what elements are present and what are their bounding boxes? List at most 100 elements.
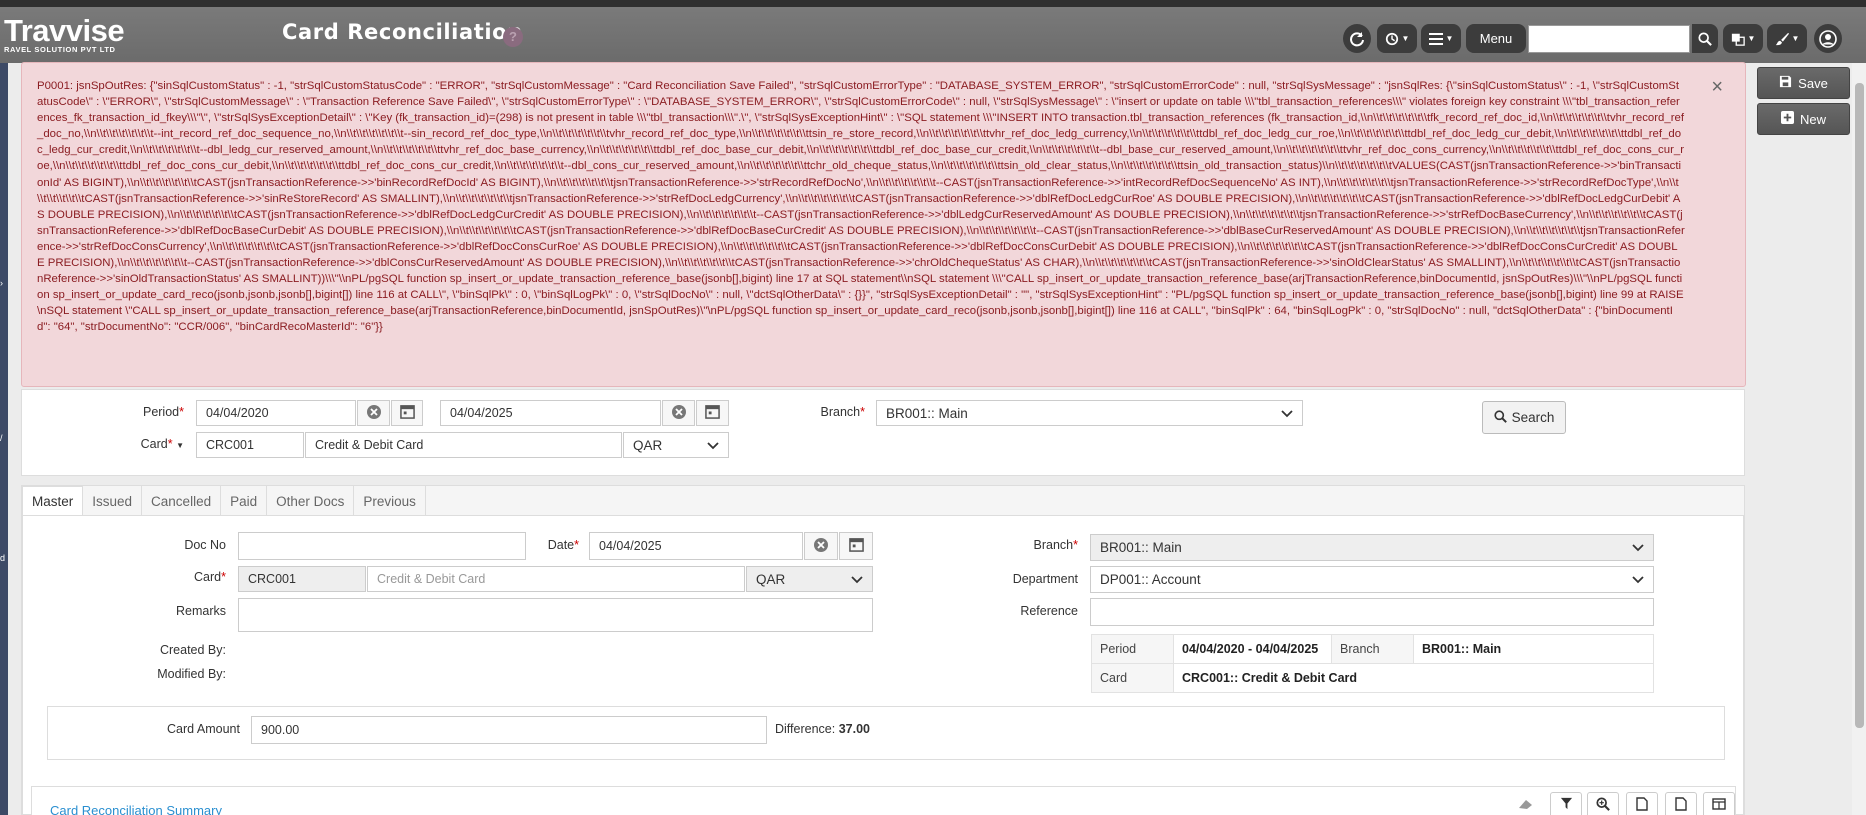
tab-cancelled[interactable]: Cancelled	[142, 486, 222, 516]
info-period-label: Period	[1091, 634, 1174, 664]
translate-button[interactable]: ▼	[1723, 24, 1763, 53]
doc-no-input[interactable]	[238, 532, 526, 560]
calendar-icon	[705, 404, 720, 422]
brand-tagline: RAVEL SOLUTION PVT LTD	[4, 45, 116, 54]
card-amount-label: Card Amount	[167, 722, 240, 736]
remarks-label: Remarks	[175, 604, 226, 618]
new-label: New	[1799, 111, 1826, 127]
error-message: P0001: jsnSpOutRes: {"sinSqlCustomStatus…	[37, 80, 1685, 334]
period-info-table: Period 04/04/2020 - 04/04/2025 Branch BR…	[1091, 634, 1654, 693]
card-label: Card*	[194, 570, 226, 584]
export-csv-button[interactable]	[1665, 792, 1697, 815]
info-period-value: 04/04/2020 - 04/04/2025	[1173, 634, 1332, 664]
department-label: Department	[1012, 572, 1078, 586]
plus-icon	[1780, 111, 1794, 127]
reference-label: Reference	[1020, 604, 1078, 618]
currency-select[interactable]: QAR	[623, 432, 729, 458]
clear-period-from-button[interactable]	[357, 400, 390, 426]
tab-paid[interactable]: Paid	[221, 486, 268, 516]
period-to-input[interactable]: 04/04/2025	[440, 400, 661, 426]
tab-master[interactable]: Master	[22, 486, 84, 516]
chevron-down-icon	[1632, 572, 1644, 587]
menu-label: Menu	[1479, 31, 1513, 46]
card-filter-label-text: Card	[140, 437, 168, 451]
difference-display: Difference: 37.00	[775, 722, 870, 736]
branch-filter-label-text: Branch	[820, 405, 861, 419]
caret-down-icon: ▼	[1445, 34, 1454, 43]
card-filter-label[interactable]: Card* ▼	[120, 437, 184, 451]
master-currency-value: QAR	[756, 571, 786, 587]
filter-icon	[1560, 797, 1573, 813]
scrollbar-thumb[interactable]	[1855, 83, 1864, 728]
sidebar-fragment: ›	[0, 278, 3, 288]
clear-period-to-button[interactable]	[662, 400, 695, 426]
csv-icon	[1675, 796, 1687, 814]
card-amount-input[interactable]: 900.00	[251, 716, 767, 744]
header-search-input[interactable]	[1528, 25, 1690, 53]
eraser-icon	[1518, 798, 1534, 813]
refresh-button[interactable]	[1343, 24, 1371, 53]
header-search-button[interactable]	[1692, 24, 1718, 53]
master-card-name-placeholder: Credit & Debit Card	[377, 572, 486, 586]
department-select[interactable]: DP001:: Account	[1090, 566, 1654, 593]
master-card-name-input[interactable]: Credit & Debit Card	[367, 566, 745, 592]
date-value: 04/04/2025	[599, 539, 662, 553]
user-button[interactable]	[1814, 24, 1842, 53]
help-icon[interactable]: ?	[503, 27, 523, 47]
refresh-icon	[1349, 31, 1365, 47]
tab-issued[interactable]: Issued	[83, 486, 143, 516]
new-button[interactable]: New	[1757, 103, 1850, 135]
history-button[interactable]: ▼	[1377, 24, 1417, 53]
brand-name: Travvise	[4, 13, 125, 48]
columns-icon	[1712, 797, 1726, 813]
tab-previous[interactable]: Previous	[354, 486, 426, 516]
date-calendar-button[interactable]	[839, 532, 873, 560]
difference-label: Difference:	[775, 722, 836, 736]
calendar-icon	[848, 537, 864, 555]
theme-button[interactable]: ▼	[1767, 24, 1807, 53]
date-input[interactable]: 04/04/2025	[589, 532, 803, 560]
card-code-input[interactable]: CRC001	[196, 432, 304, 458]
list-menu-button[interactable]: ▼	[1421, 24, 1461, 53]
search-button[interactable]: Search	[1482, 401, 1566, 434]
columns-button[interactable]	[1703, 792, 1735, 815]
master-currency-select[interactable]: QAR	[746, 566, 873, 592]
menu-button[interactable]: Menu	[1466, 24, 1526, 53]
period-from-input[interactable]: 04/04/2020	[196, 400, 356, 426]
card-name-value: Credit & Debit Card	[315, 438, 424, 452]
alert-close-icon[interactable]: ×	[1711, 77, 1723, 97]
period-from-value: 04/04/2020	[206, 406, 269, 420]
chevron-down-icon	[707, 438, 719, 453]
difference-value: 37.00	[838, 722, 870, 736]
summary-title[interactable]: Card Reconciliation Summary	[50, 803, 222, 815]
save-button[interactable]: Save	[1757, 67, 1850, 99]
reference-input[interactable]	[1090, 598, 1654, 626]
export-pdf-button[interactable]	[1626, 792, 1658, 815]
card-name-input[interactable]: Credit & Debit Card	[305, 432, 622, 458]
summary-section: Card Reconciliation Summary	[31, 786, 1736, 815]
master-card-code-input[interactable]: CRC001	[238, 566, 366, 592]
remarks-textarea[interactable]	[238, 598, 873, 632]
branch-filter-value: BR001:: Main	[886, 405, 968, 421]
search-icon	[1698, 31, 1712, 46]
master-branch-label-text: Branch	[1033, 538, 1074, 552]
app-logo[interactable]: Travvise RAVEL SOLUTION PVT LTD	[4, 13, 125, 55]
eraser-button[interactable]	[1510, 792, 1542, 815]
master-branch-label: Branch*	[1033, 538, 1078, 552]
caret-down-icon: ▼	[1791, 34, 1800, 43]
tab-other-docs[interactable]: Other Docs	[267, 486, 355, 516]
vertical-scrollbar[interactable]	[1852, 63, 1866, 815]
caret-down-icon: ▼	[1747, 34, 1756, 43]
master-branch-select[interactable]: BR001:: Main	[1090, 534, 1654, 561]
clear-date-button[interactable]	[804, 532, 838, 560]
chevron-down-icon	[1632, 540, 1644, 555]
branch-filter-select[interactable]: BR001:: Main	[876, 400, 1303, 426]
currency-value: QAR	[633, 437, 663, 453]
filter-button[interactable]	[1550, 792, 1582, 815]
doc-no-label: Doc No	[184, 538, 226, 552]
zoom-button[interactable]	[1587, 792, 1619, 815]
card-code-value: CRC001	[206, 438, 254, 452]
period-to-calendar-button[interactable]	[696, 400, 729, 426]
search-button-label: Search	[1511, 410, 1555, 425]
period-from-calendar-button[interactable]	[391, 400, 423, 426]
